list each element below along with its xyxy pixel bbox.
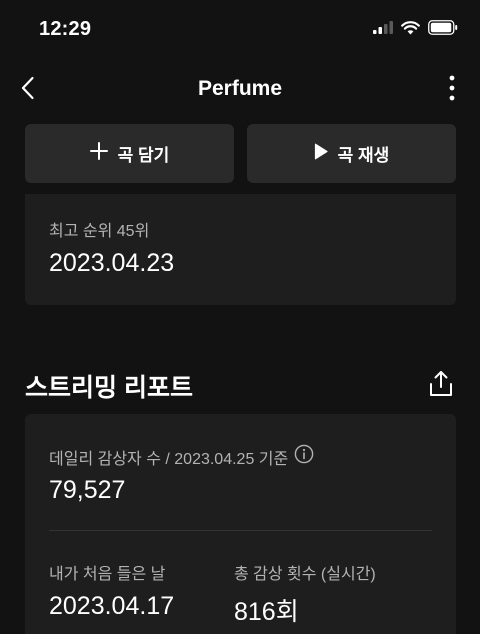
total-plays-label: 총 감상 횟수 (실시간) (234, 566, 376, 583)
divider (49, 530, 432, 531)
daily-listeners-label: 데일리 감상자 수 / 2023.04.25 기준 (49, 450, 289, 468)
share-icon (428, 371, 454, 402)
share-button[interactable] (428, 370, 454, 398)
status-bar: 12:29 (0, 0, 480, 60)
info-icon[interactable] (294, 444, 314, 469)
streaming-report-card: 데일리 감상자 수 / 2023.04.25 기준 79,527 내가 처음 들… (25, 414, 456, 634)
status-time: 12:29 (39, 18, 92, 40)
add-song-label: 곡 담기 (117, 146, 170, 165)
more-vertical-icon (449, 75, 455, 106)
add-song-button[interactable]: 곡 담기 (25, 124, 234, 183)
streaming-report-header: 스트리밍 리포트 (25, 368, 456, 402)
plus-icon (89, 142, 108, 165)
peak-rank-label: 최고 순위 45위 (49, 223, 150, 240)
peak-rank-date: 2023.04.23 (49, 249, 175, 277)
total-plays-value: 816회 (234, 598, 299, 626)
status-icons (373, 20, 458, 40)
daily-listeners-label-row: 데일리 감상자 수 / 2023.04.25 기준 (49, 444, 314, 469)
daily-listeners-value: 79,527 (49, 476, 126, 504)
section-title: 스트리밍 리포트 (25, 374, 193, 402)
play-song-button[interactable]: 곡 재생 (247, 124, 456, 183)
play-icon (314, 143, 328, 165)
wifi-icon (401, 20, 420, 40)
nav-bar: Perfume (0, 68, 480, 112)
signal-icon (373, 21, 393, 39)
peak-rank-card: 최고 순위 45위 2023.04.23 (25, 194, 456, 305)
more-button[interactable] (442, 74, 462, 106)
play-song-label: 곡 재생 (337, 146, 390, 165)
first-listen-label: 내가 처음 들은 날 (49, 566, 166, 583)
first-listen-value: 2023.04.17 (49, 592, 175, 620)
page-title: Perfume (197, 77, 283, 100)
battery-icon (428, 20, 458, 40)
